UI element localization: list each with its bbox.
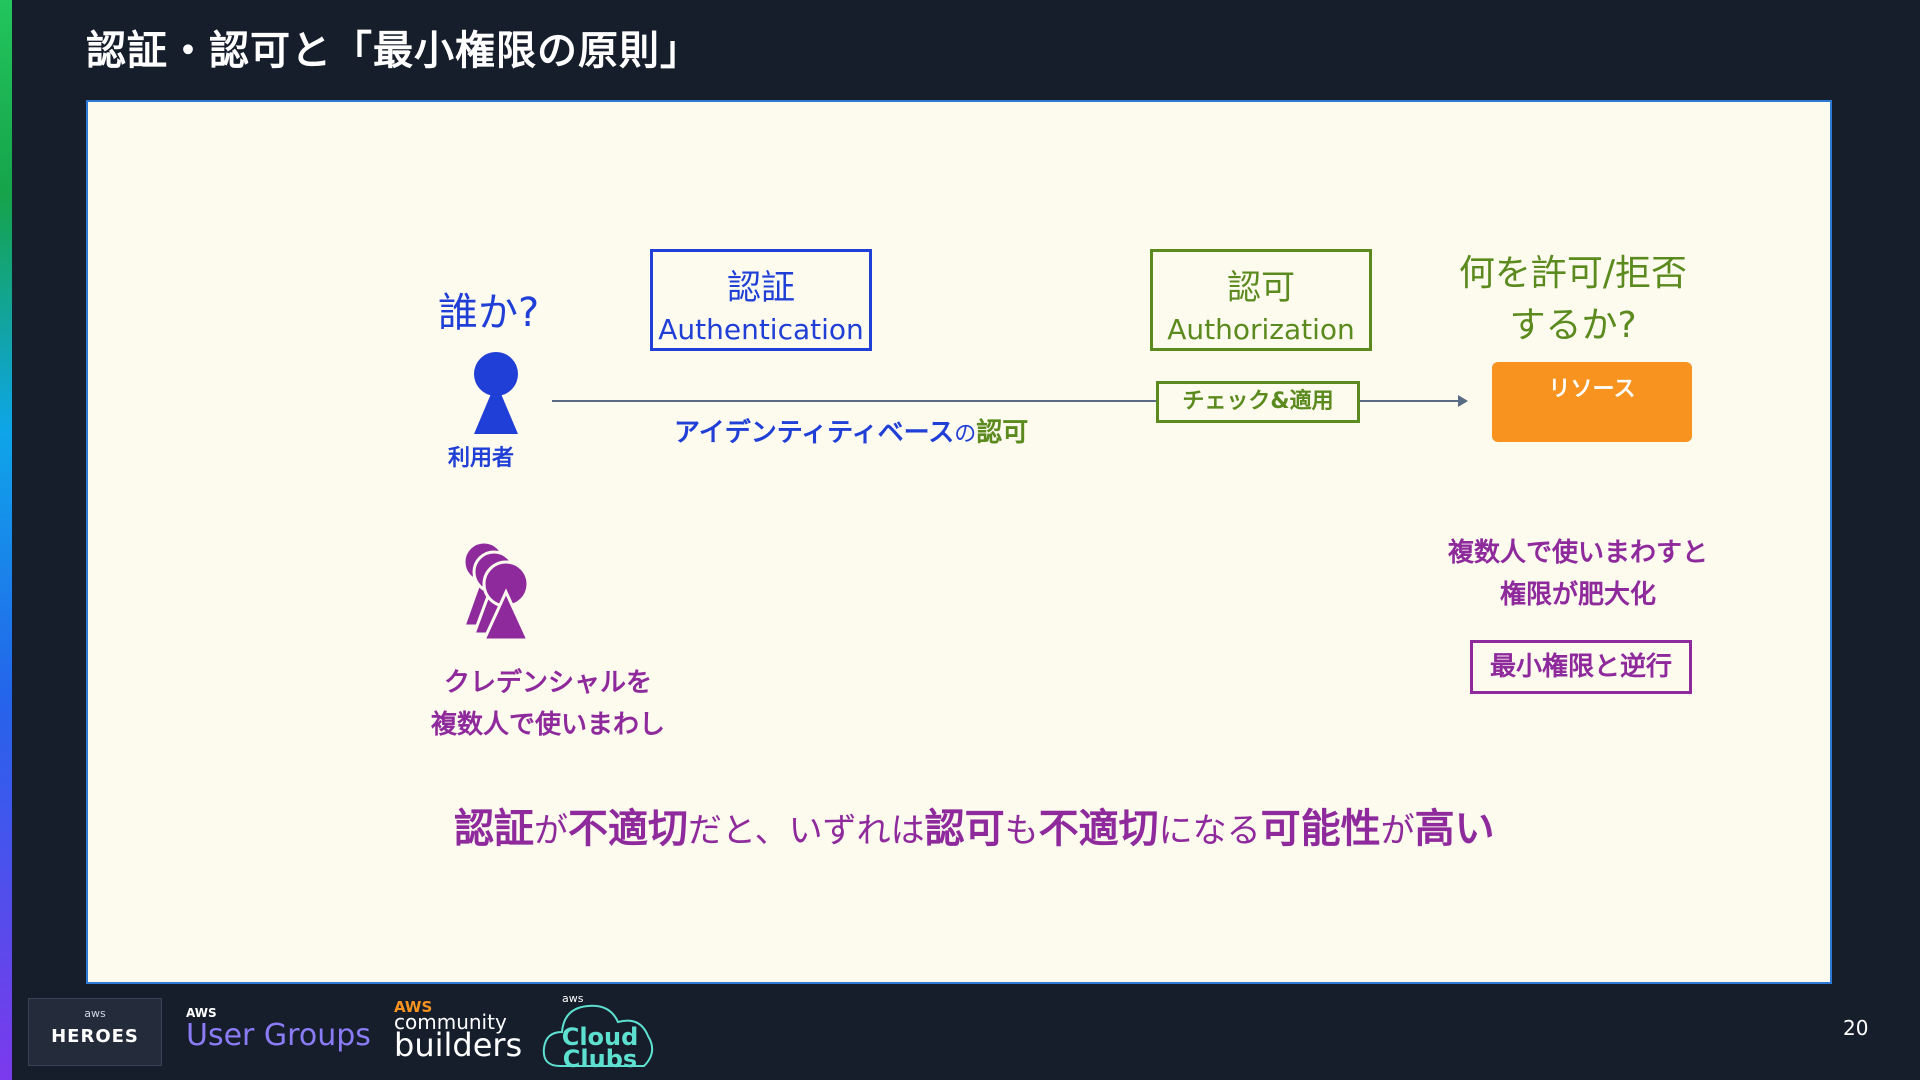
authorization-ja: 認可 — [1227, 268, 1295, 308]
summary-ga: が — [534, 811, 568, 851]
flow-line — [552, 400, 1157, 402]
flow-line-to-resource — [1360, 400, 1460, 402]
identity-caption-authz: 認可 — [976, 418, 1029, 448]
bloat-caption-line1: 複数人で使いまわすと — [1447, 538, 1708, 568]
arrow-head-icon — [1458, 395, 1468, 407]
question-what: 何を許可/拒否 するか? — [1438, 248, 1708, 352]
privilege-bloat-caption: 複数人で使いまわすと 権限が肥大化 — [1428, 532, 1728, 616]
shared-caption-line2: 複数人で使いまわし — [430, 710, 665, 740]
summary-possibility: 可能性 — [1260, 806, 1381, 852]
least-privilege-box: 最小権限と逆行 — [1470, 640, 1692, 694]
summary-mo: も — [1004, 811, 1039, 851]
summary-datoizure: だと、いずれは — [688, 811, 925, 851]
authentication-box: 認証 Authentication — [650, 249, 872, 351]
question-what-line1: 何を許可/拒否 — [1458, 253, 1688, 294]
accent-side-bar — [0, 0, 12, 1080]
clubs-text: Clubs — [562, 1045, 638, 1073]
cloud-clubs-text: Cloud Clubs — [550, 1025, 650, 1073]
cloud-clubs-aws-text: aws — [562, 992, 584, 1005]
shared-caption-line1: クレデンシャルを — [443, 668, 652, 698]
summary-authn: 認証 — [454, 806, 534, 852]
page-number: 20 — [1843, 1016, 1869, 1040]
summary-statement: 認証が不適切だと、いずれは認可も不適切になる可能性が高い — [454, 796, 1495, 854]
slide-title: 認証・認可と「最小権限の原則」 — [86, 28, 701, 74]
authentication-en: Authentication — [658, 313, 864, 346]
summary-ga-2: が — [1380, 811, 1415, 851]
diagram-panel: 誰か? 認証 Authentication 認可 Authorization 何… — [86, 100, 1832, 984]
identity-caption-main: アイデンティティベース — [674, 418, 955, 448]
authorization-en: Authorization — [1167, 313, 1355, 346]
builders-text: builders — [394, 1026, 523, 1064]
aws-community-builders-logo: AWS community builders — [394, 998, 522, 1064]
authentication-ja: 認証 — [727, 268, 795, 308]
group-users-icon — [461, 540, 530, 640]
question-who: 誰か? — [438, 290, 540, 336]
aws-user-groups-logo: AWS User Groups — [186, 1006, 371, 1053]
identity-caption: アイデンティティベースの認可 — [674, 412, 1028, 449]
summary-high: 高い — [1414, 806, 1495, 852]
user-label: 利用者 — [448, 446, 515, 471]
authorization-box: 認可 Authorization — [1150, 249, 1372, 351]
shared-credentials-caption: クレデンシャルを 複数人で使いまわし — [388, 662, 708, 746]
aws-cloud-clubs-logo: aws Cloud Clubs — [540, 986, 660, 1076]
summary-ninaru: になる — [1158, 811, 1261, 851]
heroes-text: HEROES — [51, 1026, 139, 1047]
resource-box: リソース — [1492, 362, 1692, 442]
check-apply-box: チェック&適用 — [1156, 381, 1360, 423]
summary-authz: 認可 — [924, 806, 1005, 852]
summary-inappropriate-2: 不適切 — [1038, 806, 1159, 852]
summary-inappropriate: 不適切 — [568, 806, 688, 852]
heroes-aws-text: aws — [84, 1007, 106, 1020]
identity-caption-no: の — [954, 422, 977, 447]
user-groups-text: User Groups — [186, 1018, 371, 1053]
bloat-caption-line2: 権限が肥大化 — [1499, 580, 1656, 610]
user-icon — [474, 352, 518, 434]
aws-heroes-logo: aws HEROES — [28, 998, 162, 1066]
question-what-line2: するか? — [1509, 305, 1637, 346]
